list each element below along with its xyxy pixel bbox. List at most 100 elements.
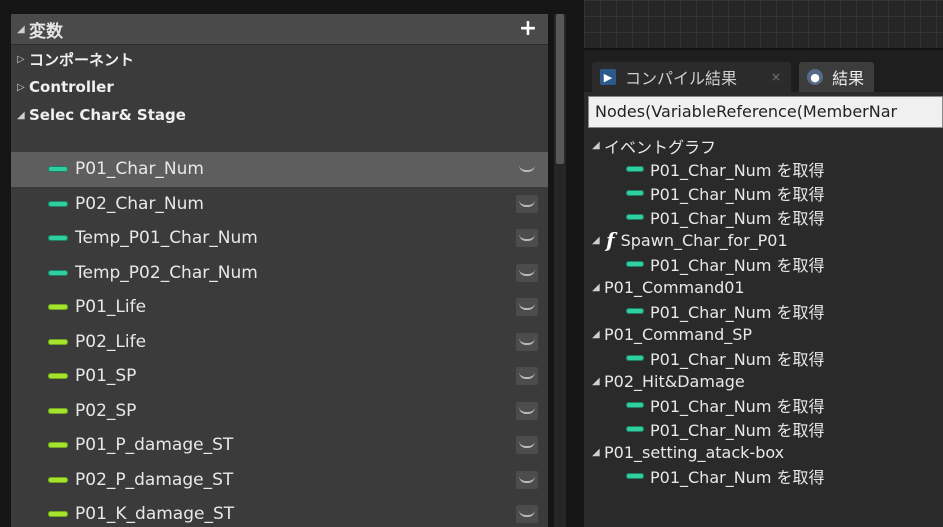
result-label: P01_Command_SP <box>604 325 753 345</box>
result-label: イベントグラフ <box>604 137 717 157</box>
variable-name: Temp_P02_Char_Num <box>75 262 258 283</box>
eye-closed-icon[interactable] <box>516 470 538 489</box>
eye-closed-icon[interactable] <box>516 436 538 454</box>
result-group[interactable]: ◢ P01_setting_atack-box <box>584 441 943 465</box>
eye-closed-icon[interactable] <box>516 194 538 213</box>
expand-triangle-icon: ▷ <box>17 53 25 65</box>
result-label: P01_Char_Num を取得 <box>650 255 825 275</box>
variables-section-header[interactable]: ◢ 変数 + <box>11 14 548 45</box>
result-label: P01_Char_Num を取得 <box>650 397 825 417</box>
close-icon[interactable]: × <box>771 70 781 84</box>
variables-header-label: 変数 <box>29 21 63 42</box>
result-label: P01_Char_Num を取得 <box>650 302 825 322</box>
eye-closed-icon[interactable] <box>516 263 538 282</box>
result-item[interactable]: P01_Char_Num を取得 <box>584 205 943 229</box>
result-label: P01_Char_Num を取得 <box>650 161 825 181</box>
variable-pin-icon <box>626 425 644 432</box>
variable-row[interactable]: P01_SP <box>11 359 548 394</box>
add-variable-button[interactable]: + <box>518 18 538 40</box>
tab-find-results[interactable]: ● 結果 <box>799 62 875 92</box>
find-results-search-input[interactable]: Nodes(VariableReference(MemberNar <box>588 96 943 128</box>
variable-row[interactable]: P02_Life <box>11 325 548 360</box>
result-group[interactable]: ◢ P02_Hit&Damage <box>584 370 943 394</box>
result-item[interactable]: P01_Char_Num を取得 <box>584 158 943 182</box>
variable-pin-icon <box>626 213 644 220</box>
variable-row[interactable]: P01_K_damage_ST <box>11 497 548 527</box>
variable-name: Temp_P01_Char_Num <box>75 228 258 249</box>
eye-closed-icon[interactable] <box>516 505 538 523</box>
result-item[interactable]: P01_Char_Num を取得 <box>584 417 943 441</box>
category-controller[interactable]: ▷ Controller <box>11 73 548 101</box>
collapse-triangle-icon: ◢ <box>17 23 25 35</box>
find-results-list: ◢ イベントグラフ P01_Char_Num を取得 P01_Char_Num … <box>584 128 943 488</box>
result-item[interactable]: P01_Char_Num を取得 <box>584 464 943 488</box>
result-item[interactable]: P01_Char_Num を取得 <box>584 181 943 205</box>
variable-pin-icon <box>626 473 644 480</box>
variable-pin-icon <box>48 304 68 311</box>
variable-name: P01_Life <box>75 297 147 318</box>
variable-row[interactable]: Temp_P02_Char_Num <box>11 256 548 291</box>
variable-pin-icon <box>48 442 68 449</box>
collapse-triangle-icon: ◢ <box>17 109 25 121</box>
category-label: Controller <box>29 78 114 96</box>
results-panel: ▶ コンパイル結果 × ● 結果 Nodes(VariableReference… <box>584 0 943 527</box>
eye-closed-icon[interactable] <box>516 229 538 247</box>
variable-pin-icon <box>48 476 68 483</box>
eye-closed-icon[interactable] <box>516 332 538 351</box>
result-item[interactable]: P01_Char_Num を取得 <box>584 394 943 418</box>
variable-pin-icon <box>48 200 68 207</box>
category-label: Selec Char& Stage <box>29 106 186 124</box>
variable-pin-icon <box>48 373 68 380</box>
eye-closed-icon[interactable] <box>516 160 538 178</box>
eye-closed-icon[interactable] <box>516 367 538 385</box>
eye-closed-icon[interactable] <box>516 401 538 420</box>
variable-name: P01_Char_Num <box>75 159 204 180</box>
search-icon: ● <box>807 69 824 85</box>
variable-name: P02_SP <box>75 400 137 421</box>
variables-scrollbar[interactable] <box>554 14 566 527</box>
category-selec-char-stage[interactable]: ◢ Selec Char& Stage <box>11 101 548 129</box>
result-label: P01_Char_Num を取得 <box>650 350 825 370</box>
result-label: Spawn_Char_for_P01 <box>620 230 788 250</box>
result-group[interactable]: ◢ P01_Command_SP <box>584 323 943 347</box>
variable-name: P01_P_damage_ST <box>75 435 234 456</box>
variables-panel: ◢ 変数 + ▷ コンポーネント ▷ Controller ◢ Selec Ch… <box>11 14 548 527</box>
result-group[interactable]: ◢ イベントグラフ <box>584 134 943 158</box>
result-group[interactable]: ◢ f Spawn_Char_for_P01 <box>584 228 943 252</box>
result-item[interactable]: P01_Char_Num を取得 <box>584 252 943 276</box>
variable-row[interactable]: P01_P_damage_ST <box>11 428 548 463</box>
variable-pin-icon <box>626 260 644 267</box>
result-item[interactable]: P01_Char_Num を取得 <box>584 346 943 370</box>
variable-row[interactable]: Temp_P01_Char_Num <box>11 221 548 256</box>
result-group[interactable]: ◢ P01_Command01 <box>584 276 943 300</box>
variable-row[interactable]: P02_P_damage_ST <box>11 463 548 498</box>
variable-pin-icon <box>626 189 644 196</box>
variable-pin-icon <box>626 402 644 409</box>
tab-label: 結果 <box>832 69 865 88</box>
tab-compile-results[interactable]: ▶ コンパイル結果 × <box>592 62 792 92</box>
variable-row[interactable]: P01_Life <box>11 290 548 325</box>
scrollbar-thumb[interactable] <box>556 14 564 164</box>
variable-row[interactable]: P02_SP <box>11 394 548 429</box>
variable-pin-icon <box>48 235 68 242</box>
result-label: P01_Char_Num を取得 <box>650 468 825 488</box>
results-tab-bar: ▶ コンパイル結果 × ● 結果 <box>584 50 943 92</box>
graph-canvas[interactable] <box>584 0 943 50</box>
variable-pin-icon <box>626 307 644 314</box>
variable-row[interactable]: P02_Char_Num <box>11 187 548 222</box>
category-components[interactable]: ▷ コンポーネント <box>11 45 548 73</box>
result-item[interactable]: P01_Char_Num を取得 <box>584 299 943 323</box>
variable-name: P01_K_damage_ST <box>75 504 235 525</box>
variable-pin-icon <box>48 407 68 414</box>
tab-label: コンパイル結果 <box>625 69 738 88</box>
variable-pin-icon <box>48 269 68 276</box>
eye-closed-icon[interactable] <box>516 298 538 316</box>
variable-pin-icon <box>626 355 644 362</box>
result-label: P01_Char_Num を取得 <box>650 208 825 228</box>
collapse-triangle-icon: ◢ <box>592 281 600 293</box>
variable-name: P02_P_damage_ST <box>75 469 234 490</box>
function-icon: f <box>606 228 615 253</box>
collapse-triangle-icon: ◢ <box>592 329 600 341</box>
variable-row[interactable]: P01_Char_Num <box>11 152 548 187</box>
variable-name: P01_SP <box>75 366 137 387</box>
